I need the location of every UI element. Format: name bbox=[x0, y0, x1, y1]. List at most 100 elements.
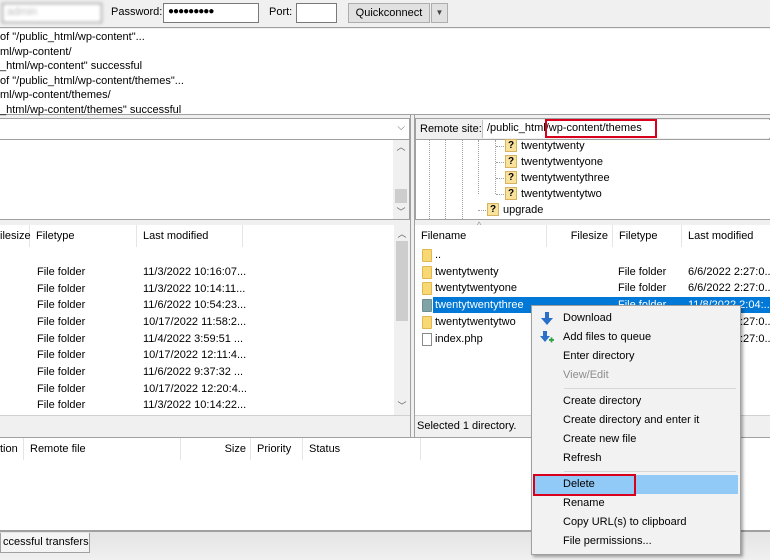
username-input[interactable]: admin bbox=[2, 3, 102, 23]
scroll-thumb[interactable] bbox=[395, 189, 407, 203]
menu-item-create-directory[interactable]: Create directory bbox=[534, 392, 738, 411]
table-row[interactable]: File folder 10/17/2022 11:58:2... bbox=[0, 314, 395, 330]
folder-icon bbox=[422, 299, 432, 312]
unknown-folder-icon: ? bbox=[505, 187, 517, 200]
cell-modified: 11/6/2022 9:37:32 ... bbox=[143, 366, 244, 378]
scroll-up-icon[interactable]: ︿ bbox=[394, 227, 410, 241]
table-row[interactable]: File folder 11/3/2022 10:14:11... bbox=[0, 281, 395, 297]
password-label: Password: bbox=[111, 6, 163, 18]
menu-item-enter-directory[interactable]: Enter directory bbox=[534, 347, 738, 366]
table-row[interactable]: twentytwenty File folder 6/6/2022 2:27:0… bbox=[415, 264, 770, 280]
download-arrow-icon bbox=[541, 312, 553, 325]
column-header-filesize[interactable]: ilesize bbox=[0, 225, 31, 247]
table-row[interactable]: File folder 10/17/2022 12:20:4... bbox=[0, 381, 395, 397]
table-row[interactable]: File folder 11/3/2022 10:16:07... bbox=[0, 264, 395, 280]
cell-modified: 11/3/2022 10:14:22... bbox=[143, 399, 247, 411]
table-row[interactable]: twentytwentyone File folder 6/6/2022 2:2… bbox=[415, 280, 770, 296]
menu-separator bbox=[564, 388, 736, 389]
log-line: ml/wp-content/ bbox=[0, 45, 72, 58]
log-line: of "/public_html/wp-content"... bbox=[0, 31, 145, 43]
cell-filetype: File folder bbox=[37, 333, 86, 345]
scroll-thumb[interactable] bbox=[396, 241, 408, 321]
quickconnect-button[interactable]: Quickconnect bbox=[348, 3, 430, 23]
log-line: _html/wp-content" successful bbox=[0, 60, 143, 72]
cell-modified: 11/3/2022 10:16:07... bbox=[143, 266, 247, 278]
chevron-down-icon: ▼ bbox=[435, 8, 444, 17]
cell-modified: 6/6/2022 2:27:0... bbox=[688, 266, 770, 278]
column-header-filesize[interactable]: Filesize bbox=[547, 225, 613, 247]
quickconnect-bar: admin Password: ●●●●●●●●● Port: Quickcon… bbox=[0, 0, 770, 28]
password-input[interactable]: ●●●●●●●●● bbox=[163, 3, 259, 23]
cell-filename: .. bbox=[435, 249, 442, 261]
column-header-filetype[interactable]: Filetype bbox=[613, 225, 682, 247]
cell-modified: 10/17/2022 12:11:4... bbox=[143, 349, 247, 361]
add-to-queue-icon bbox=[540, 331, 554, 343]
tree-item-label: upgrade bbox=[503, 204, 544, 216]
menu-item-refresh[interactable]: Refresh bbox=[534, 449, 738, 468]
menu-item-file-permissions[interactable]: File permissions... bbox=[534, 532, 738, 551]
local-status-bar bbox=[0, 415, 410, 437]
menu-item-create-new-file[interactable]: Create new file bbox=[534, 430, 738, 449]
scroll-down-icon[interactable]: ﹀ bbox=[394, 399, 410, 413]
menu-item-view-edit: View/Edit bbox=[563, 369, 609, 381]
quickconnect-dropdown-button[interactable]: ▼ bbox=[431, 3, 448, 23]
menu-item-label: Download bbox=[563, 312, 612, 324]
cell-filetype: File folder bbox=[37, 383, 86, 395]
tree-item-label: twentytwentythree bbox=[521, 172, 610, 184]
column-header-direction[interactable]: tion bbox=[0, 438, 24, 460]
column-header-filetype[interactable]: Filetype bbox=[30, 225, 137, 247]
cell-modified: 10/17/2022 12:20:4... bbox=[143, 383, 247, 395]
table-row[interactable]: .. bbox=[415, 247, 770, 263]
cell-filetype: File folder bbox=[37, 266, 86, 278]
column-header-filename[interactable]: Filename bbox=[415, 225, 547, 247]
table-row[interactable]: File folder 11/6/2022 9:37:32 ... bbox=[0, 364, 395, 380]
tree-item-label: twentytwentytwo bbox=[521, 188, 602, 200]
table-row[interactable]: File folder 11/3/2022 10:14:22... bbox=[0, 397, 395, 413]
table-row[interactable]: File folder 11/6/2022 10:54:23... bbox=[0, 297, 395, 313]
menu-item-label: Add files to queue bbox=[563, 331, 652, 343]
table-row[interactable]: File folder 11/4/2022 3:59:51 ... bbox=[0, 331, 395, 347]
column-header-priority[interactable]: Priority bbox=[251, 438, 303, 460]
scroll-up-icon[interactable]: ︿ bbox=[393, 140, 409, 154]
local-directory-tree: ︿ ﹀ bbox=[0, 140, 410, 219]
cell-modified: 11/6/2022 10:54:23... bbox=[143, 299, 247, 311]
folder-icon bbox=[422, 249, 432, 262]
cell-filetype: File folder bbox=[618, 266, 667, 278]
local-tree-scrollbar[interactable]: ︿ ﹀ bbox=[393, 140, 409, 219]
table-row[interactable]: File folder 10/17/2022 12:11:4... bbox=[0, 347, 395, 363]
menu-separator bbox=[564, 471, 736, 472]
column-header-status[interactable]: Status bbox=[303, 438, 421, 460]
scroll-down-icon[interactable]: ﹀ bbox=[393, 205, 409, 219]
port-input[interactable] bbox=[296, 3, 337, 23]
menu-item-add-files-to-queue[interactable]: Add files to queue bbox=[534, 328, 738, 347]
tab-successful-transfers[interactable]: ccessful transfers bbox=[0, 533, 90, 553]
folder-icon bbox=[422, 266, 432, 279]
cell-filetype: File folder bbox=[618, 282, 667, 294]
message-log: of "/public_html/wp-content"... ml/wp-co… bbox=[0, 29, 770, 116]
cell-filename: twentytwenty bbox=[435, 266, 499, 278]
column-header-remote-file[interactable]: Remote file bbox=[24, 438, 181, 460]
column-header-size[interactable]: Size bbox=[181, 438, 251, 460]
local-list-scrollbar[interactable]: ︿ ﹀ bbox=[394, 225, 410, 415]
menu-item-rename[interactable]: Rename bbox=[534, 494, 738, 513]
column-header-last-modified[interactable]: Last modified bbox=[137, 225, 243, 247]
folder-icon bbox=[422, 316, 432, 329]
local-site-combo[interactable]: ⌵ bbox=[0, 118, 410, 140]
cell-filetype: File folder bbox=[37, 366, 86, 378]
menu-item-download[interactable]: Download bbox=[534, 309, 738, 328]
cell-modified: 11/3/2022 10:14:11... bbox=[143, 283, 246, 295]
column-header-last-modified[interactable]: Last modified bbox=[682, 225, 770, 247]
unknown-folder-icon: ? bbox=[487, 203, 499, 216]
annotation-highlight-delete bbox=[533, 474, 636, 496]
cell-modified: 11/4/2022 3:59:51 ... bbox=[143, 333, 244, 345]
cell-filetype: File folder bbox=[37, 399, 86, 411]
menu-item-create-directory-and-enter[interactable]: Create directory and enter it bbox=[534, 411, 738, 430]
cell-filename: twentytwentythree bbox=[435, 299, 524, 311]
menu-item-copy-urls[interactable]: Copy URL(s) to clipboard bbox=[534, 513, 738, 532]
file-icon bbox=[422, 333, 432, 346]
cell-modified: 6/6/2022 2:27:0... bbox=[688, 282, 770, 294]
cell-filename: twentytwentyone bbox=[435, 282, 517, 294]
log-line: _html/wp-content/themes" successful bbox=[0, 103, 182, 116]
remote-directory-tree: ? twentytwenty ? twentytwentyone ? twent… bbox=[415, 139, 770, 219]
chevron-down-icon[interactable]: ⌵ bbox=[397, 122, 405, 133]
